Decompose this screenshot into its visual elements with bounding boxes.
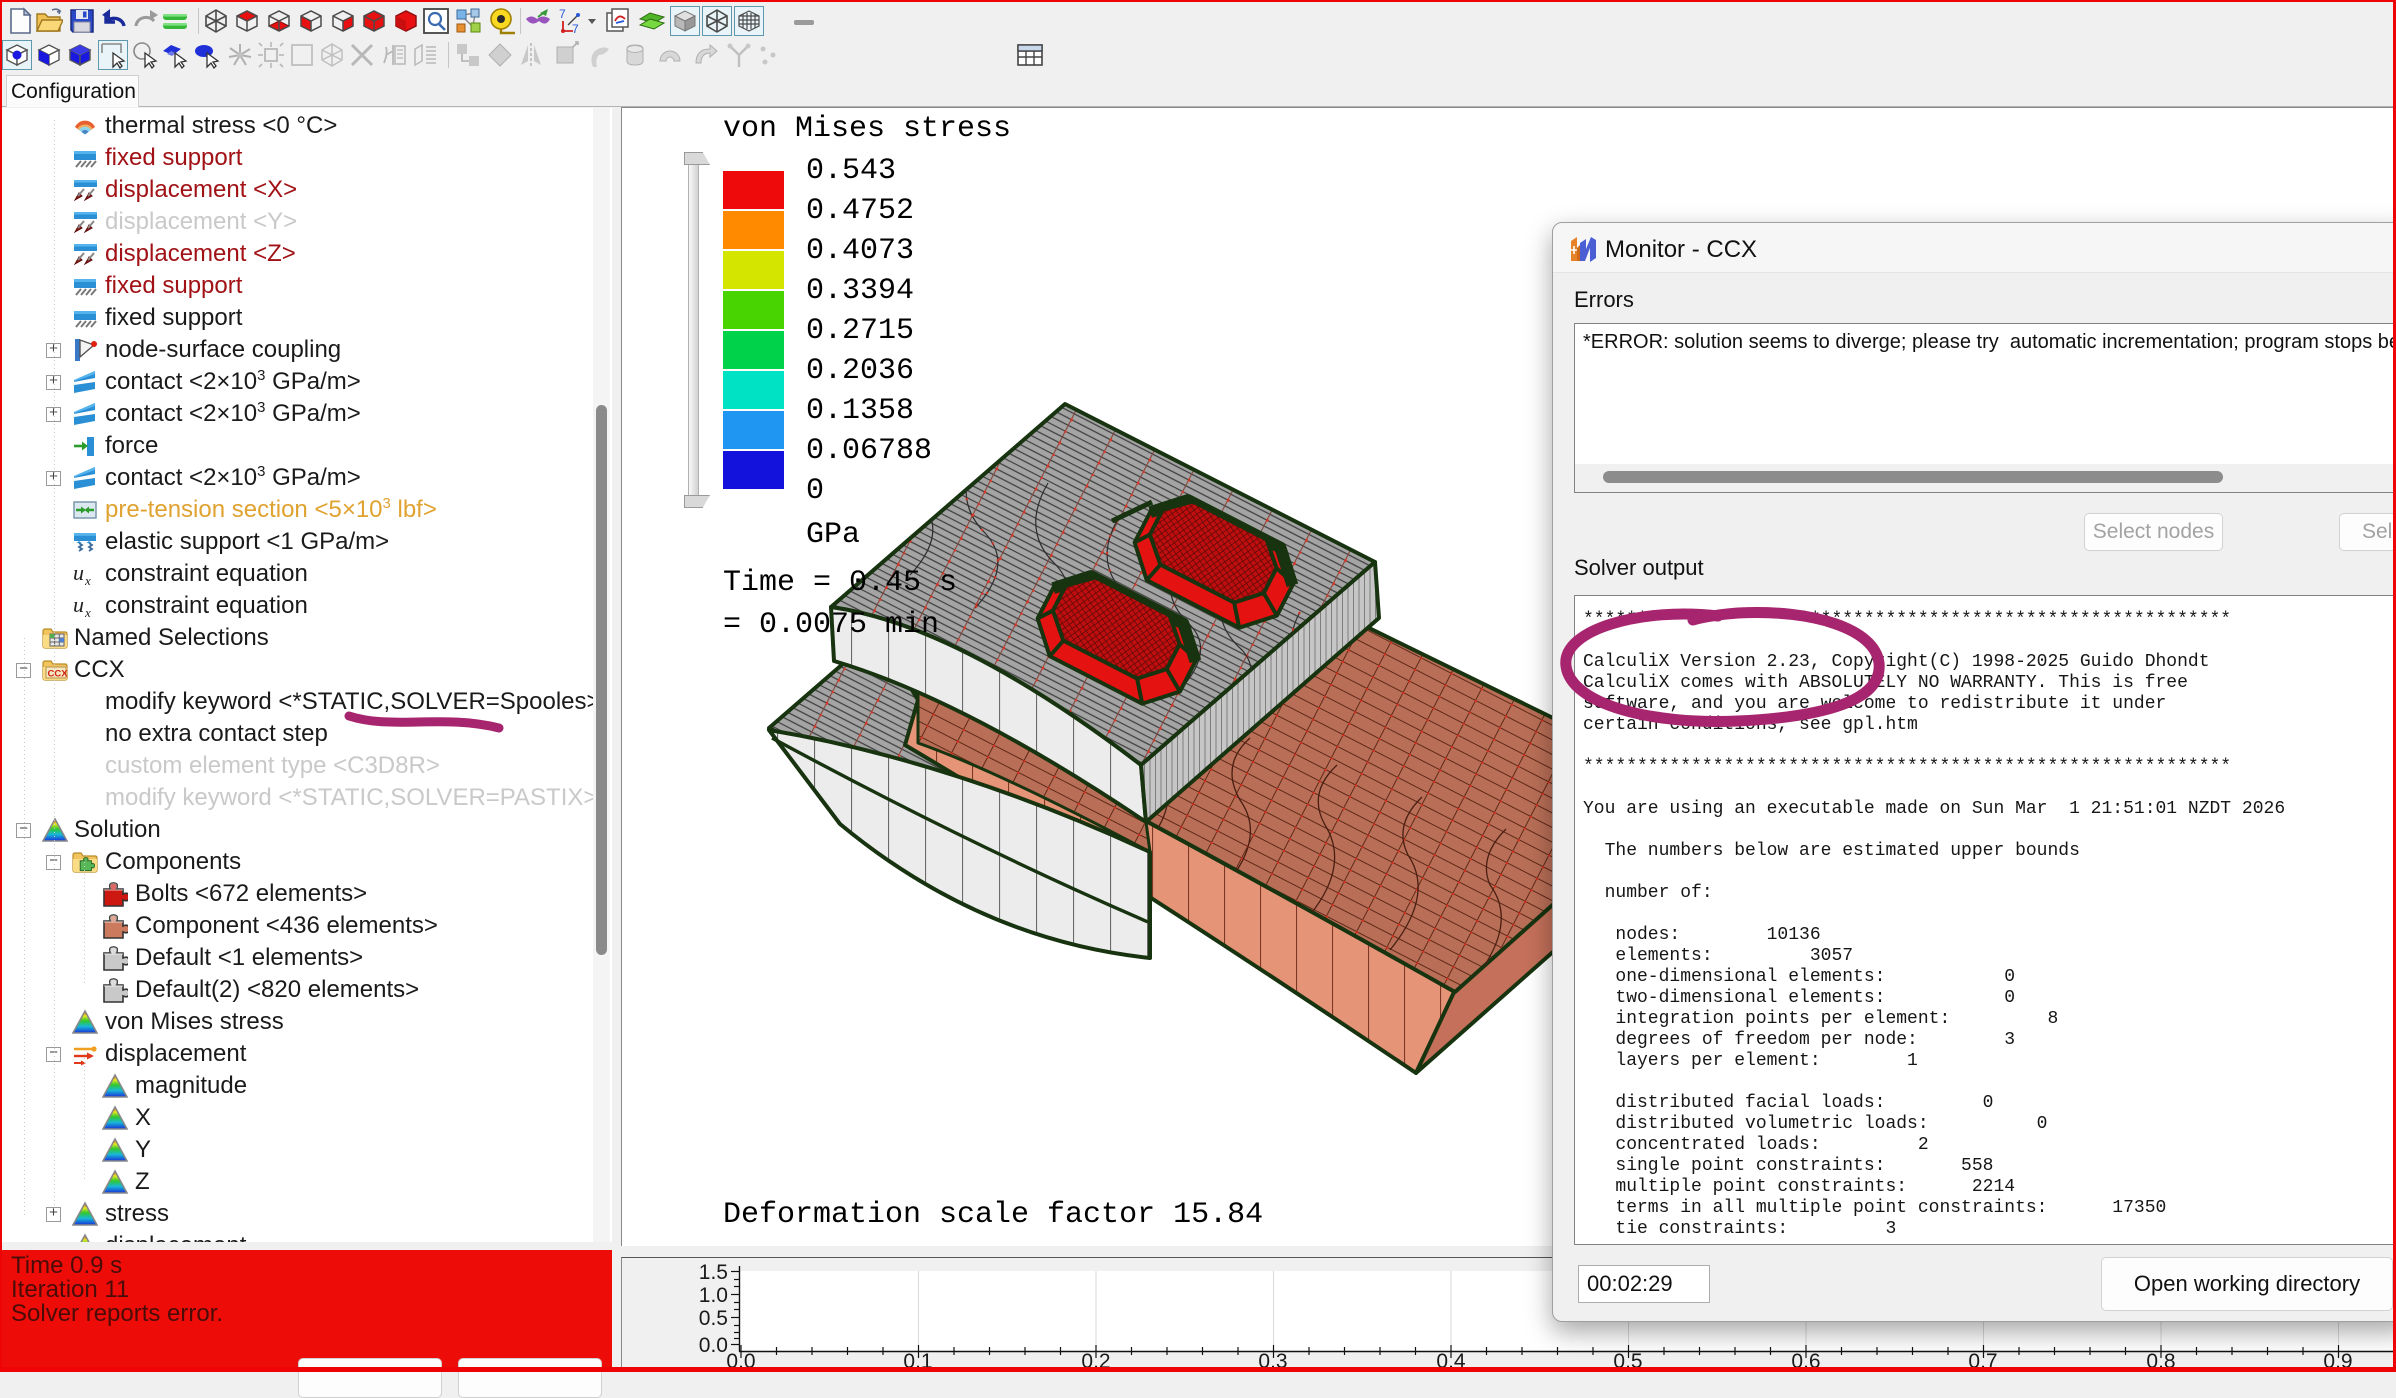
svg-text:0.6: 0.6 [1791,1350,1820,1367]
svg-text:0.7: 0.7 [1968,1350,1997,1367]
svg-text:7: 7 [572,22,579,35]
svg-text:0.0: 0.0 [726,1350,755,1367]
svg-text:0.5: 0.5 [699,1307,728,1330]
svg-text:0.0: 0.0 [699,1334,728,1357]
svg-text:0.2: 0.2 [1081,1350,1110,1367]
svg-text:0.1: 0.1 [903,1350,932,1367]
svg-text:0.4: 0.4 [1436,1350,1466,1367]
svg-text:0.5: 0.5 [1613,1350,1642,1367]
svg-text:0.9: 0.9 [2323,1350,2352,1367]
svg-text:0.3: 0.3 [1258,1350,1287,1367]
svg-text:0.8: 0.8 [2146,1350,2175,1367]
svg-text:1.0: 1.0 [699,1284,728,1307]
svg-text:7: 7 [559,7,566,21]
svg-text:1.5: 1.5 [699,1261,728,1284]
